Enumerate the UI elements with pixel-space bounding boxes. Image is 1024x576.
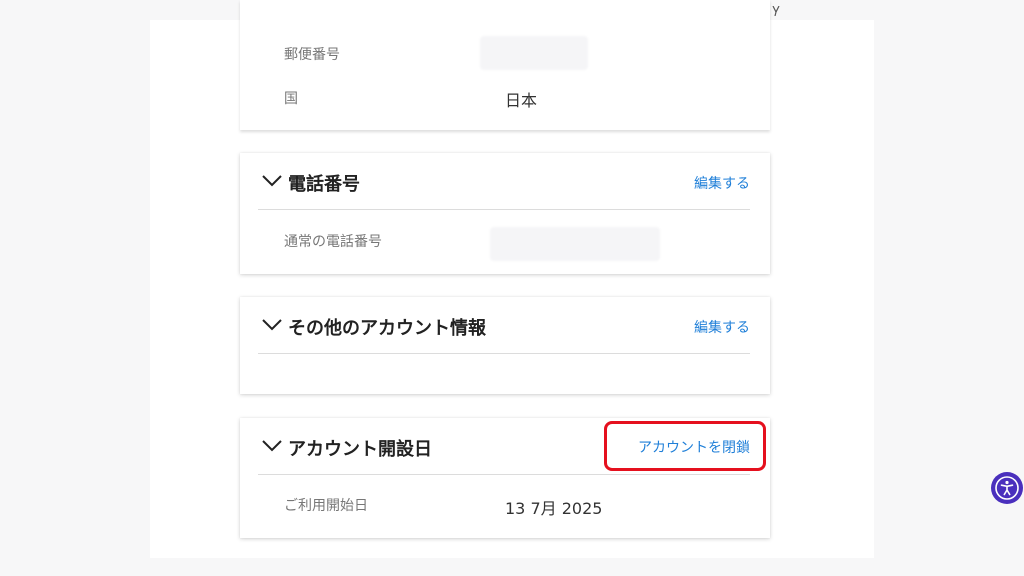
other-info-card-header: その他のアカウント情報 編集する [258, 297, 750, 354]
accessibility-button[interactable] [991, 472, 1023, 504]
close-account-link[interactable]: アカウントを閉鎖 [638, 437, 750, 457]
postal-code-value-redacted [480, 36, 588, 70]
other-info-edit-link[interactable]: 編集する [694, 317, 750, 337]
phone-edit-link[interactable]: 編集する [694, 173, 750, 193]
account-opened-card: アカウント開設日 アカウントを閉鎖 ご利用開始日 13 7月 2025 [240, 418, 770, 538]
chevron-down-icon[interactable] [261, 318, 283, 332]
accessibility-icon [995, 476, 1019, 500]
truncated-text-fragment [772, 6, 780, 16]
other-info-card-title[interactable]: その他のアカウント情報 [288, 314, 486, 340]
country-label: 国 [284, 91, 298, 107]
other-info-card: その他のアカウント情報 編集する [240, 297, 770, 394]
phone-card-title[interactable]: 電話番号 [288, 170, 360, 196]
account-opened-card-header: アカウント開設日 アカウントを閉鎖 [258, 418, 766, 475]
start-date-value: 13 7月 2025 [505, 499, 603, 518]
postal-code-label: 郵便番号 [284, 47, 340, 63]
phone-card-header: 電話番号 編集する [258, 153, 750, 210]
address-card: 郵便番号 国 日本 [240, 0, 780, 130]
phone-card: 電話番号 編集する 通常の電話番号 [240, 153, 770, 274]
start-date-label: ご利用開始日 [284, 498, 368, 514]
phone-number-value-redacted [490, 227, 660, 261]
account-opened-card-title[interactable]: アカウント開設日 [288, 435, 432, 461]
chevron-down-icon[interactable] [261, 174, 283, 188]
chevron-down-icon[interactable] [261, 439, 283, 453]
phone-number-label: 通常の電話番号 [284, 234, 382, 250]
country-value: 日本 [505, 91, 538, 110]
